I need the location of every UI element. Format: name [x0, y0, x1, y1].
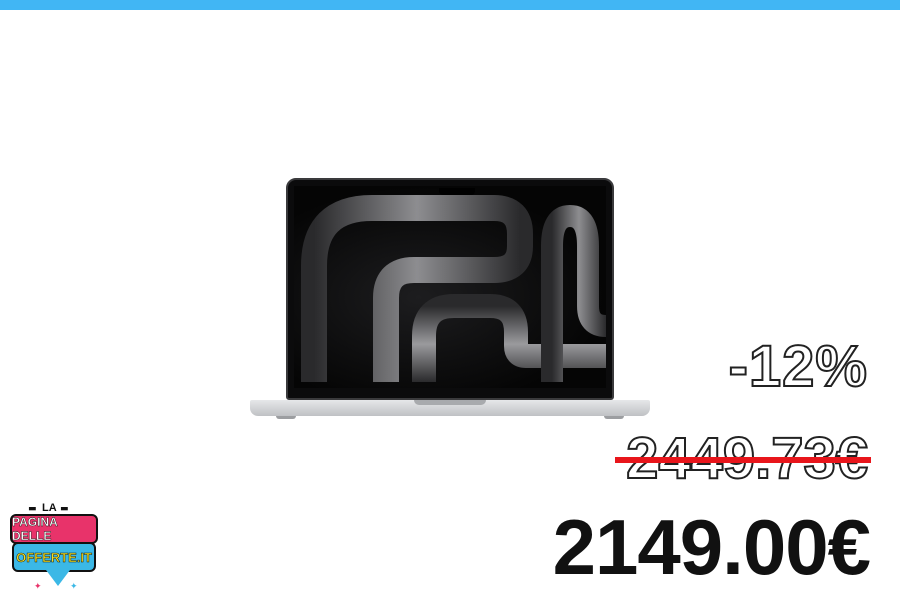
camera-notch [439, 188, 475, 195]
laptop-base-opening [414, 400, 486, 405]
laptop-base [250, 400, 650, 416]
site-logo: LA ▬ ▬ PAGINA DELLE OFFERTE.IT ✦ ✦ [8, 502, 102, 598]
logo-top-text: LA [42, 502, 57, 514]
wallpaper-graphic [301, 195, 606, 382]
logo-speech-tail [46, 570, 70, 586]
laptop-screen [294, 186, 606, 388]
logo-spark-bottom-right: ✦ [70, 582, 78, 592]
discount-badge: -12% [728, 334, 868, 399]
laptop-foot-left [276, 416, 296, 419]
logo-line2: OFFERTE.IT [12, 542, 96, 572]
new-price: 2149.00€ [552, 503, 871, 591]
old-price-strikethrough [615, 457, 871, 463]
logo-line1: PAGINA DELLE [10, 514, 98, 544]
logo-spark-left: ▬ [28, 504, 37, 514]
laptop-lid [286, 178, 614, 400]
logo-spark-right: ▬ [60, 504, 69, 514]
laptop-image [250, 178, 650, 422]
logo-spark-bottom-left: ✦ [34, 582, 42, 592]
top-accent-bar [0, 0, 900, 10]
laptop-foot-right [604, 416, 624, 419]
